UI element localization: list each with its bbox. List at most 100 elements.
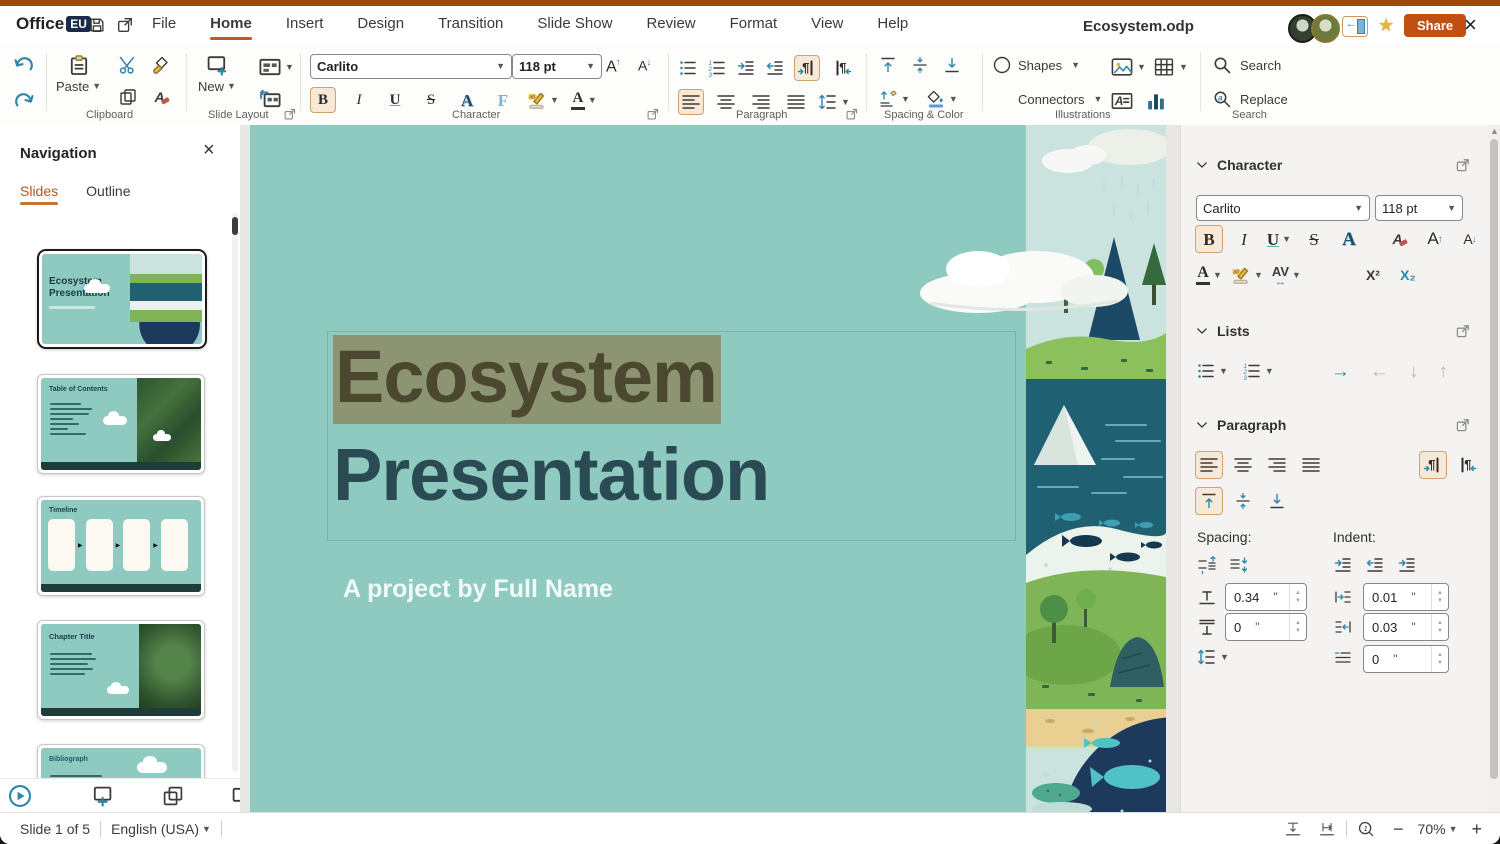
sidebar-ltr-button[interactable]: ¶ xyxy=(1419,451,1447,479)
menu-slideshow[interactable]: Slide Show xyxy=(537,9,612,38)
menu-review[interactable]: Review xyxy=(646,9,695,38)
sidebar-bold-button[interactable]: B xyxy=(1195,225,1223,253)
avatar[interactable] xyxy=(1311,14,1340,43)
navigation-scrollbar-thumb[interactable] xyxy=(232,217,238,235)
underline-button[interactable]: U xyxy=(382,87,408,113)
subscript-button[interactable]: X₂ xyxy=(1394,261,1422,289)
align-bottom-icon[interactable] xyxy=(942,55,962,75)
sidebar-underline-button[interactable]: U▼ xyxy=(1265,225,1293,253)
numbered-list-icon[interactable]: 123 xyxy=(707,58,727,78)
above-spacing-input[interactable]: 0.34" ▲▼ xyxy=(1225,583,1307,611)
character-popout-icon[interactable] xyxy=(646,107,660,121)
menu-view[interactable]: View xyxy=(811,9,843,38)
promote-button[interactable]: ← xyxy=(1370,362,1389,381)
replace-button[interactable]: aReplace xyxy=(1212,89,1288,109)
zoom-level-selector[interactable]: 70%▼ xyxy=(1418,821,1458,837)
paste-button[interactable]: Paste▼ xyxy=(56,53,101,94)
paragraph-section-header[interactable]: Paragraph xyxy=(1195,417,1286,433)
cut-icon[interactable] xyxy=(118,55,138,75)
lists-section-header[interactable]: Lists xyxy=(1195,323,1250,339)
menu-design[interactable]: Design xyxy=(357,9,404,38)
sidebar-rtl-button[interactable]: ¶ xyxy=(1453,451,1481,479)
sidebar-font-name-combo[interactable]: Carlito▼ xyxy=(1196,195,1370,221)
fill-color-button[interactable]: ▼ xyxy=(926,89,958,109)
clear-formatting-icon[interactable]: A xyxy=(152,87,172,107)
selected-text[interactable]: Ecosystem xyxy=(333,335,721,424)
bold-button[interactable]: B xyxy=(310,87,336,113)
slide-layout-popout-icon[interactable] xyxy=(283,107,297,121)
favorite-star-icon[interactable]: ★ xyxy=(1378,15,1394,36)
switch-indent-icon[interactable] xyxy=(1397,555,1417,575)
move-up-button[interactable]: ↑ xyxy=(1438,362,1448,381)
sidebar-highlight-button[interactable]: ab▼ xyxy=(1230,261,1264,289)
align-left-button[interactable] xyxy=(678,89,704,115)
before-text-indent-input[interactable]: 0.01" ▲▼ xyxy=(1363,583,1449,611)
navigation-scrollbar[interactable] xyxy=(232,213,238,772)
italic-button[interactable]: I xyxy=(346,87,372,113)
insert-table-button[interactable]: ▼ xyxy=(1152,55,1188,79)
sidebar-align-top-button[interactable] xyxy=(1195,487,1223,515)
sidebar-numbered-list-button[interactable]: 123▼ xyxy=(1241,357,1275,385)
slide-title[interactable]: Ecosystem Presentation xyxy=(333,328,769,524)
slide-canvas[interactable]: Ecosystem Presentation A project by Full… xyxy=(240,125,1180,812)
sidebar-align-right-button[interactable] xyxy=(1263,451,1291,479)
menu-transition[interactable]: Transition xyxy=(438,9,503,38)
spinner[interactable]: ▲▼ xyxy=(1431,584,1448,610)
collaborator-avatars[interactable] xyxy=(1288,14,1340,43)
sidebar-clear-formatting-button[interactable]: A xyxy=(1386,225,1414,253)
connectors-button[interactable]: Connectors xyxy=(1018,92,1084,107)
align-top-icon[interactable] xyxy=(878,55,898,75)
sidebar-justify-button[interactable] xyxy=(1297,451,1325,479)
tab-outline[interactable]: Outline xyxy=(86,183,130,203)
sidebar-align-left-button[interactable] xyxy=(1195,451,1223,479)
right-to-left-button[interactable]: ¶ xyxy=(829,55,855,81)
copy-icon[interactable] xyxy=(118,87,138,107)
window-scrollbar-thumb[interactable] xyxy=(1490,139,1498,779)
highlight-color-button[interactable]: ab▼ xyxy=(526,87,560,113)
sidebar-align-center-button[interactable] xyxy=(1229,451,1257,479)
sidebar-font-color-button[interactable]: A▼ xyxy=(1195,261,1223,289)
start-presentation-icon[interactable] xyxy=(8,784,32,808)
demote-button[interactable]: → xyxy=(1331,362,1350,381)
menu-home[interactable]: Home xyxy=(210,9,252,38)
menu-file[interactable]: File xyxy=(152,9,176,38)
character-dialog-popout-icon[interactable] xyxy=(1455,157,1471,173)
redo-icon[interactable] xyxy=(12,88,36,112)
fit-slide-icon[interactable] xyxy=(1284,820,1302,838)
sidebar-toggle-icon[interactable]: ← xyxy=(1342,16,1368,37)
font-name-combo[interactable]: Carlito▼ xyxy=(310,54,512,79)
slide-subtitle[interactable]: A project by Full Name xyxy=(343,575,613,604)
paragraph-spacing-button[interactable]: ▼ xyxy=(878,89,910,109)
increase-indent-icon[interactable] xyxy=(736,58,756,78)
zoom-in-button[interactable]: + xyxy=(1471,819,1482,840)
font-size-combo[interactable]: 118 pt▼ xyxy=(512,54,602,79)
new-slide-button[interactable]: New▼ xyxy=(198,53,236,94)
character-section-header[interactable]: Character xyxy=(1195,157,1282,173)
sidebar-line-spacing-button[interactable]: ▼ xyxy=(1197,647,1229,667)
grow-font-button[interactable]: A↑ xyxy=(606,57,621,76)
save-icon[interactable] xyxy=(88,16,106,34)
sidebar-decrease-indent-icon[interactable] xyxy=(1365,555,1385,575)
undo-icon[interactable] xyxy=(12,52,36,76)
below-spacing-input[interactable]: 0" ▲▼ xyxy=(1225,613,1307,641)
duplicate-slide-icon[interactable] xyxy=(161,784,185,808)
language-selector[interactable]: English (USA)▼ xyxy=(111,821,211,837)
sidebar-grow-font-button[interactable]: A↑ xyxy=(1421,225,1449,253)
sidebar-shadow-button[interactable]: A xyxy=(1335,225,1363,253)
spinner[interactable]: ▲▼ xyxy=(1431,646,1448,672)
slide-1[interactable]: Ecosystem Presentation A project by Full… xyxy=(250,125,1166,812)
zoom-dialog-icon[interactable]: 1 xyxy=(1357,820,1375,838)
insert-chart-button[interactable] xyxy=(1144,89,1168,113)
lists-dialog-popout-icon[interactable] xyxy=(1455,323,1471,339)
bullet-list-icon[interactable] xyxy=(678,58,698,78)
window-scrollbar[interactable]: ▲ xyxy=(1488,125,1500,812)
strikethrough-button[interactable]: S xyxy=(418,87,444,113)
search-button[interactable]: Search xyxy=(1212,55,1281,75)
spinner[interactable]: ▲▼ xyxy=(1431,614,1448,640)
open-new-window-icon[interactable] xyxy=(116,16,134,34)
share-button[interactable]: Share xyxy=(1404,14,1466,37)
sidebar-increase-indent-icon[interactable] xyxy=(1333,555,1353,575)
increase-paragraph-spacing-icon[interactable] xyxy=(1197,555,1217,575)
paragraph-dialog-popout-icon[interactable] xyxy=(1455,417,1471,433)
insert-image-button[interactable]: ▼ xyxy=(1110,55,1146,79)
